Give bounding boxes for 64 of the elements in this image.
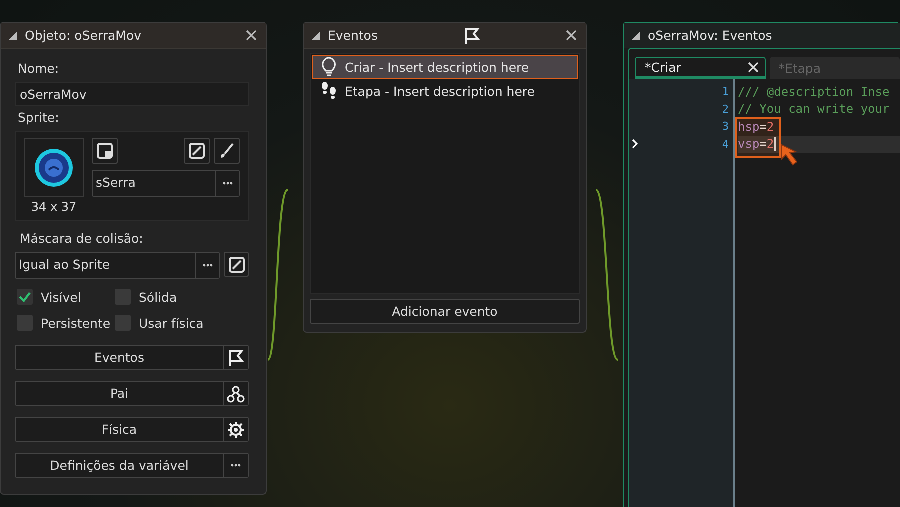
collapse-icon[interactable] [9, 32, 17, 40]
checkbox-label: Sólida [139, 290, 178, 304]
sprite-label: Sprite: [18, 110, 60, 125]
window-title: Eventos [328, 28, 378, 43]
collapse-icon[interactable] [312, 32, 320, 40]
line-number: 4 [722, 138, 729, 151]
name-label: Nome: [18, 61, 60, 76]
edit-mask-button[interactable] [224, 252, 249, 277]
sprite-thumbnail[interactable] [24, 138, 84, 197]
icon-button[interactable] [223, 346, 248, 369]
checkbox-label: Visível [41, 290, 82, 304]
line-number: 3 [722, 120, 729, 134]
footprints-icon [321, 81, 337, 101]
gear-icon [227, 420, 245, 438]
icon-button[interactable] [223, 382, 248, 405]
brush-button[interactable] [214, 138, 240, 164]
add-event-button[interactable]: Adicionar evento [310, 299, 580, 324]
tab-label: *Criar [645, 60, 682, 74]
panel-button[interactable]: Pai [16, 382, 223, 405]
line-number: 1 [722, 85, 729, 98]
event-label: Etapa - Insert description here [345, 84, 535, 98]
name-field[interactable]: oSerraMov [15, 82, 249, 106]
code-tab[interactable]: *Criar [635, 57, 766, 79]
event-item[interactable]: Criar - Insert description here [312, 55, 578, 79]
collapse-icon[interactable] [632, 32, 640, 40]
collision-mask-label: Máscara de colisão: [20, 231, 144, 246]
window-title: Objeto: oSerraMov [25, 28, 142, 43]
checkbox[interactable] [17, 289, 33, 305]
hierarchy-icon [227, 384, 245, 402]
tab-label: *Etapa [778, 60, 821, 76]
panel-button[interactable]: Definições da variável [16, 454, 223, 477]
close-icon[interactable] [246, 30, 257, 41]
checkbox-label: Persistente [41, 316, 111, 330]
new-sprite-button[interactable] [92, 138, 118, 164]
highlight-frame [735, 117, 781, 158]
code-line: /// @description Inse [738, 84, 890, 99]
sprite-size: 34 x 37 [31, 200, 77, 214]
close-icon[interactable] [748, 62, 759, 72]
saw-sprite-icon [34, 148, 74, 188]
code-line: // You can write your [738, 102, 890, 116]
line-number: 2 [722, 102, 729, 116]
text-cursor [774, 137, 776, 152]
event-item[interactable]: Etapa - Insert description here [312, 79, 578, 103]
edit-image-icon [228, 256, 246, 274]
flag-icon[interactable] [464, 26, 480, 44]
brush-icon [218, 142, 236, 160]
code-editor[interactable]: 1 2 3 4 /// @description Inse // You can write your hsp=2 vsp=2 [629, 79, 900, 507]
checkbox-label: Usar física [139, 316, 204, 330]
close-icon[interactable] [566, 30, 578, 41]
lightbulb-icon [321, 57, 337, 77]
new-sprite-icon [96, 142, 114, 160]
code-line: vsp=2 [738, 137, 774, 152]
panel-button[interactable]: Eventos [16, 346, 223, 369]
icon-button[interactable] [223, 454, 248, 477]
ellipsis-icon [231, 464, 241, 467]
code-line: hsp=2 [738, 120, 774, 134]
event-label: Criar - Insert description here [345, 60, 530, 74]
current-line-icon [631, 138, 639, 150]
edit-image-button[interactable] [184, 138, 210, 164]
icon-button[interactable] [223, 418, 248, 441]
flag-icon [228, 348, 244, 366]
panel-button[interactable]: Física [16, 418, 223, 441]
window-title: oSerraMov: Eventos [648, 28, 772, 43]
edit-image-icon [188, 142, 206, 160]
